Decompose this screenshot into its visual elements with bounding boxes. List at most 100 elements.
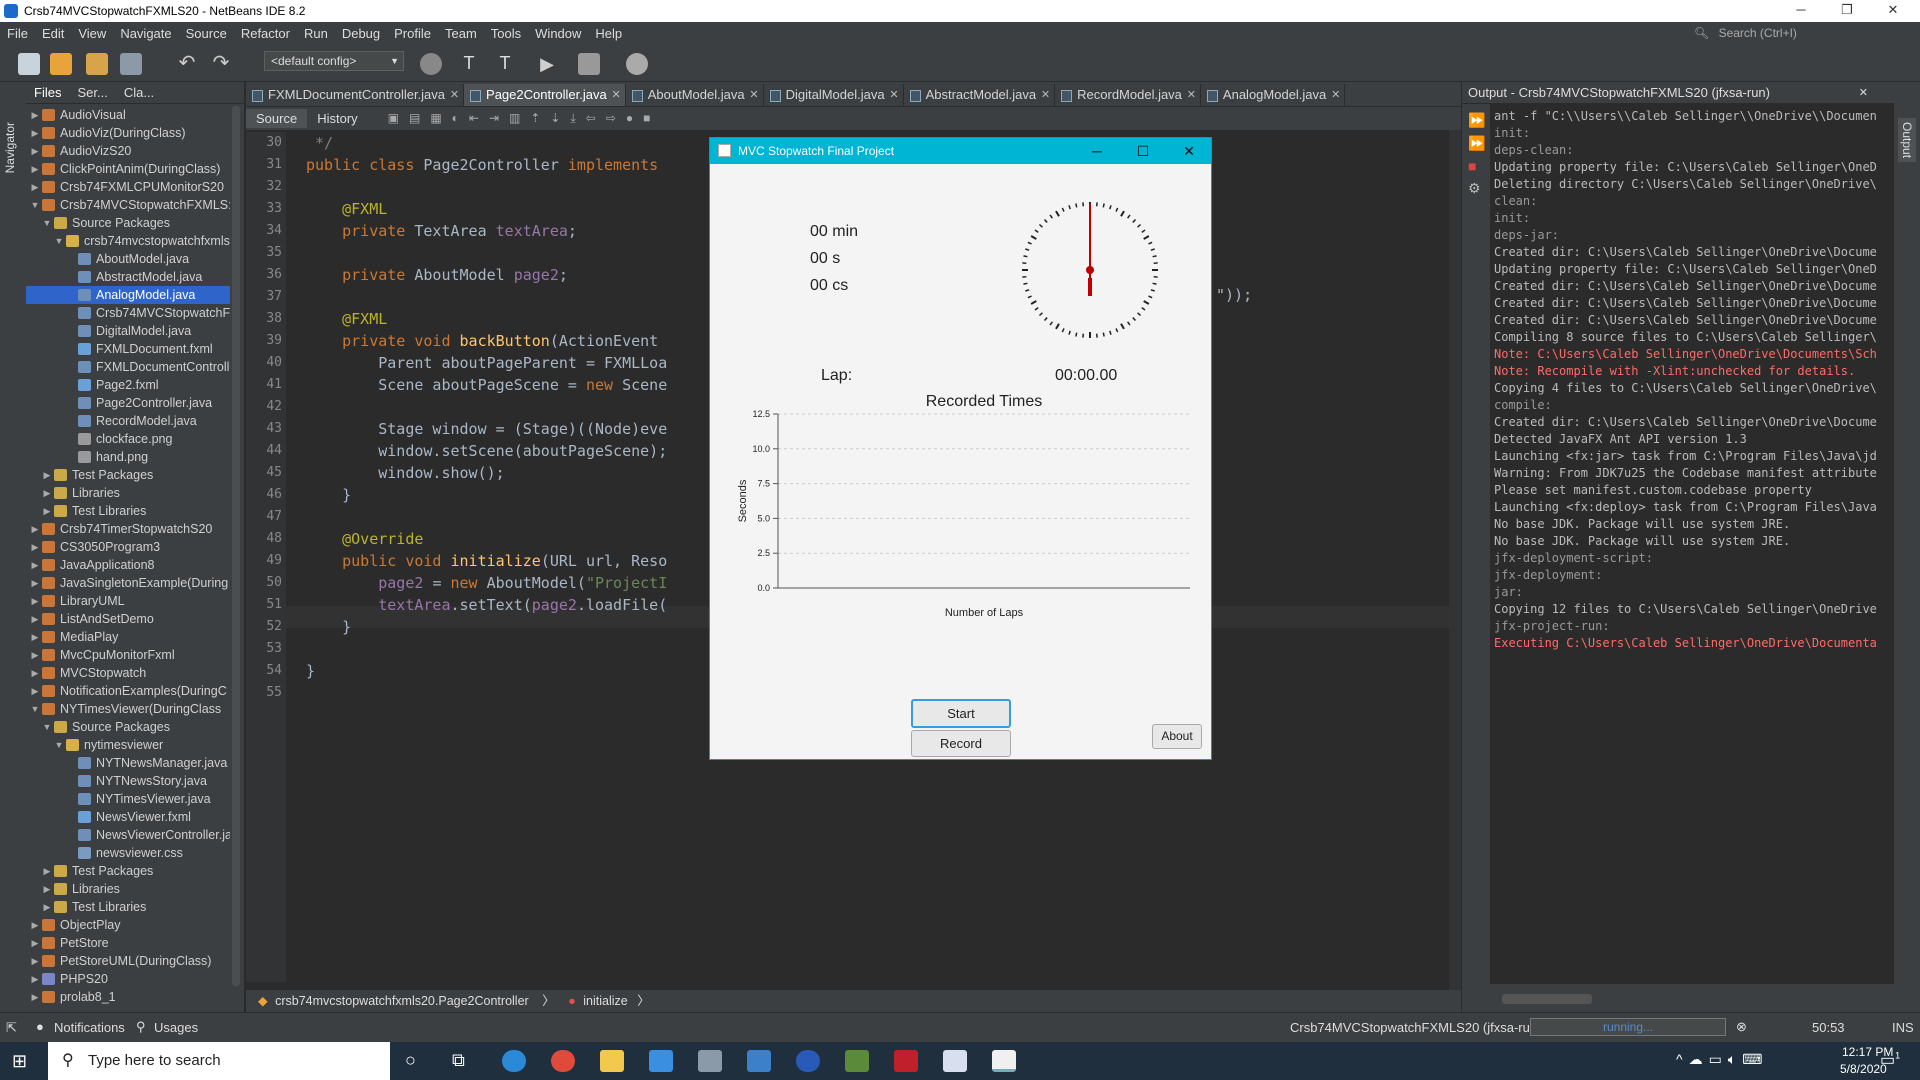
- tree-item[interactable]: ▶ CS3050Program3: [26, 538, 230, 556]
- close-icon[interactable]: ✕: [1187, 84, 1196, 106]
- app-icon[interactable]: [894, 1050, 918, 1072]
- tree-item[interactable]: DigitalModel.java: [26, 322, 230, 340]
- editor-tool-icons[interactable]: ▣▤▦◐⇤⇥▥⇡⇣⤓⇦⇨●■: [388, 111, 661, 126]
- collapsed-arrow-icon[interactable]: ▶: [30, 970, 40, 988]
- rerun-params-icon[interactable]: ⏩: [1468, 135, 1488, 152]
- menu-profile[interactable]: Profile: [387, 26, 438, 41]
- edge-icon[interactable]: [502, 1050, 526, 1072]
- close-icon[interactable]: ✕: [1041, 84, 1050, 106]
- collapsed-arrow-icon[interactable]: ▶: [30, 106, 40, 124]
- collapsed-arrow-icon[interactable]: ▶: [42, 862, 52, 880]
- menu-navigate[interactable]: Navigate: [113, 26, 178, 41]
- menu-refactor[interactable]: Refactor: [234, 26, 297, 41]
- editor-tab[interactable]: AnalogModel.java ✕: [1201, 84, 1346, 106]
- menu-run[interactable]: Run: [297, 26, 335, 41]
- menu-file[interactable]: File: [0, 26, 35, 41]
- app-icon[interactable]: [747, 1050, 771, 1072]
- editor-tab[interactable]: Page2Controller.java ✕: [464, 84, 626, 106]
- build-icon[interactable]: [420, 53, 442, 75]
- app-icon[interactable]: [943, 1050, 967, 1072]
- collapsed-arrow-icon[interactable]: ▶: [30, 160, 40, 178]
- tree-item[interactable]: AboutModel.java: [26, 250, 230, 268]
- taskbar-search-input[interactable]: Type here to search: [88, 1052, 221, 1069]
- tree-item[interactable]: ▶ Test Libraries: [26, 898, 230, 916]
- output-text[interactable]: ant -f "C:\\Users\\Caleb Sellinger\\OneD…: [1490, 104, 1894, 984]
- close-icon[interactable]: ✕: [749, 84, 758, 106]
- profile-icon[interactable]: [626, 53, 648, 75]
- menu-window[interactable]: Window: [528, 26, 588, 41]
- expanded-arrow-icon[interactable]: ▼: [30, 196, 40, 214]
- menu-edit[interactable]: Edit: [35, 26, 71, 41]
- collapsed-arrow-icon[interactable]: ▶: [30, 592, 40, 610]
- maximize-button[interactable]: ❐: [1824, 0, 1870, 22]
- settings-icon[interactable]: ⚙: [1468, 180, 1488, 197]
- tree-item[interactable]: ▶ AudioVizS20: [26, 142, 230, 160]
- debug-icon[interactable]: [578, 53, 600, 75]
- collapsed-arrow-icon[interactable]: ▶: [30, 988, 40, 1006]
- collapsed-arrow-icon[interactable]: ▶: [30, 142, 40, 160]
- collapsed-arrow-icon[interactable]: ▶: [30, 682, 40, 700]
- app-icon[interactable]: [796, 1050, 820, 1072]
- tree-item[interactable]: RecordModel.java: [26, 412, 230, 430]
- collapsed-arrow-icon[interactable]: ▶: [42, 898, 52, 916]
- about-button[interactable]: About: [1152, 724, 1202, 749]
- task-view-icon[interactable]: ⧉: [452, 1050, 465, 1071]
- project-tab[interactable]: Files: [26, 85, 69, 100]
- notifications-button[interactable]: Notifications: [54, 1020, 125, 1035]
- open-project-icon[interactable]: [86, 53, 108, 75]
- tree-item[interactable]: NewsViewer.fxml: [26, 808, 230, 826]
- collapsed-arrow-icon[interactable]: ▶: [30, 124, 40, 142]
- menu-help[interactable]: Help: [588, 26, 629, 41]
- tree-item[interactable]: Page2.fxml: [26, 376, 230, 394]
- collapsed-arrow-icon[interactable]: ▶: [30, 538, 40, 556]
- close-icon[interactable]: ✕: [1859, 82, 1868, 104]
- expanded-arrow-icon[interactable]: ▼: [42, 214, 52, 232]
- start-button[interactable]: Start: [911, 699, 1011, 728]
- collapsed-arrow-icon[interactable]: ▶: [30, 916, 40, 934]
- tree-item[interactable]: ▶ PetStoreUML(DuringClass): [26, 952, 230, 970]
- hammer-icon[interactable]: T: [458, 53, 480, 75]
- minimize-button[interactable]: ─: [1778, 0, 1824, 22]
- tree-item[interactable]: FXMLDocumentControlle: [26, 358, 230, 376]
- clean-build-icon[interactable]: T: [494, 53, 516, 75]
- tree-item[interactable]: AnalogModel.java: [26, 286, 230, 304]
- close-icon[interactable]: ✕: [450, 84, 459, 106]
- ide-search[interactable]: 🔍︎ Search (Ctrl+I): [1690, 23, 1920, 43]
- tree-item[interactable]: ▶ prolab8_1: [26, 988, 230, 1006]
- collapsed-arrow-icon[interactable]: ▶: [30, 178, 40, 196]
- tree-item[interactable]: ▶ MediaPlay: [26, 628, 230, 646]
- editor-tab[interactable]: AboutModel.java ✕: [626, 84, 764, 106]
- minimize-button[interactable]: ─: [1074, 138, 1120, 164]
- java-icon[interactable]: [992, 1050, 1016, 1072]
- config-select[interactable]: <default config> ▼: [264, 51, 404, 71]
- mail-icon[interactable]: [649, 1050, 673, 1072]
- expanded-arrow-icon[interactable]: ▼: [54, 232, 64, 250]
- tree-item[interactable]: ▶ Libraries: [26, 880, 230, 898]
- tree-item[interactable]: ▶ LibraryUML: [26, 592, 230, 610]
- tree-item[interactable]: ▶ PetStore: [26, 934, 230, 952]
- breadcrumb-class[interactable]: crsb74mvcstopwatchfxmls20.Page2Controlle…: [275, 994, 529, 1008]
- save-all-icon[interactable]: [120, 53, 142, 75]
- stop-icon[interactable]: ■: [1468, 158, 1488, 174]
- tree-item[interactable]: ▶ ObjectPlay: [26, 916, 230, 934]
- collapsed-arrow-icon[interactable]: ▶: [30, 664, 40, 682]
- navigator-tab[interactable]: Navigator: [3, 122, 17, 173]
- output-hscroll[interactable]: [1502, 994, 1592, 1004]
- tree-item[interactable]: ▶ AudioVisual: [26, 106, 230, 124]
- new-file-icon[interactable]: [18, 53, 40, 75]
- collapsed-arrow-icon[interactable]: ▶: [30, 520, 40, 538]
- menu-team[interactable]: Team: [438, 26, 484, 41]
- rerun-icon[interactable]: ⏩: [1468, 112, 1488, 129]
- undo-icon[interactable]: ↶: [176, 53, 198, 75]
- tree-item[interactable]: newsviewer.css: [26, 844, 230, 862]
- tree-item[interactable]: ▶ Libraries: [26, 484, 230, 502]
- tree-item[interactable]: ▶ Test Packages: [26, 466, 230, 484]
- tree-item[interactable]: ▶ Crsb74TimerStopwatchS20: [26, 520, 230, 538]
- tree-item[interactable]: ▼ Source Packages: [26, 718, 230, 736]
- tree-item[interactable]: ▶ MvcCpuMonitorFxml: [26, 646, 230, 664]
- tree-item[interactable]: ▶ MVCStopwatch: [26, 664, 230, 682]
- tree-item[interactable]: NYTimesViewer.java: [26, 790, 230, 808]
- notification-center-icon[interactable]: ▭1: [1880, 1050, 1900, 1070]
- menu-debug[interactable]: Debug: [335, 26, 387, 41]
- tree-item[interactable]: clockface.png: [26, 430, 230, 448]
